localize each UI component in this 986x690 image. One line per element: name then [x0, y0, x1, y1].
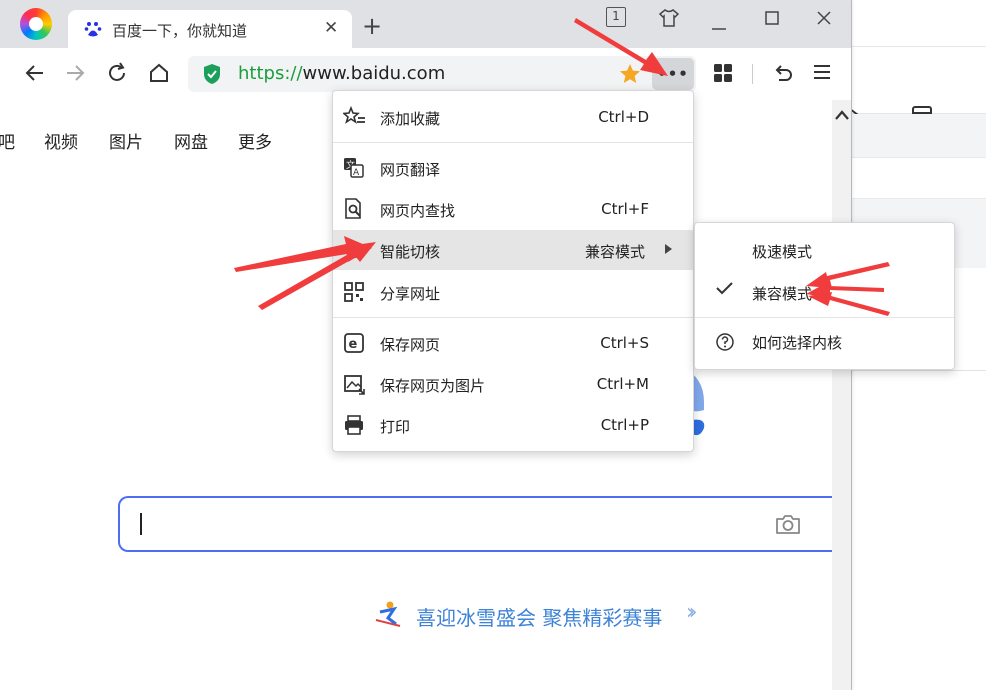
promo-text: 喜迎冰雪盛会 聚焦精彩赛事: [416, 606, 663, 630]
baidu-paw-icon: [84, 20, 102, 42]
text-caret: [140, 513, 142, 535]
menu-item-shortcut: Ctrl+F: [601, 200, 649, 218]
toolbar-divider: [752, 64, 753, 84]
menu-item-label: 分享网址: [380, 285, 441, 303]
menu-item-share-url[interactable]: 分享网址: [333, 272, 693, 312]
security-shield-icon: [202, 63, 222, 89]
page-scrollbar[interactable]: [832, 100, 851, 690]
browser-tab[interactable]: 百度一下，你就知道 ✕: [68, 10, 352, 48]
submenu-arrow-icon: [665, 244, 672, 254]
window-close-icon[interactable]: [817, 10, 831, 29]
menu-item-shortcut: Ctrl+S: [600, 334, 649, 352]
tab-count-button[interactable]: 1: [606, 7, 626, 27]
forward-arrow-icon[interactable]: [64, 62, 86, 88]
menu-item-shortcut: Ctrl+D: [598, 108, 649, 126]
menu-item-label: 保存网页为图片: [380, 377, 486, 395]
nav-link[interactable]: 吧: [0, 128, 15, 153]
address-bar[interactable]: https://www.baidu.com •••: [188, 56, 696, 92]
menu-item-add-bookmark[interactable]: 添加收藏 Ctrl+D: [333, 97, 693, 137]
scroll-up-icon[interactable]: [834, 106, 850, 125]
skier-icon: [372, 600, 404, 633]
submenu-item-label: 极速模式: [752, 243, 813, 261]
home-icon[interactable]: [148, 62, 170, 88]
nav-link-images[interactable]: 图片: [109, 128, 143, 153]
submenu-item-how-to-choose[interactable]: 如何选择内核: [695, 321, 954, 361]
tab-title: 百度一下，你就知道: [112, 22, 248, 40]
menu-item-label: 保存网页: [380, 336, 441, 354]
background-app-subbar: [850, 114, 986, 158]
reload-icon[interactable]: [106, 62, 128, 88]
print-icon: [343, 414, 365, 440]
menu-separator: [333, 142, 693, 143]
current-engine-mode: 兼容模式: [585, 243, 646, 261]
skin-shirt-icon[interactable]: [658, 8, 680, 32]
tab-close-icon[interactable]: ✕: [324, 18, 338, 38]
url-scheme: https://: [238, 63, 303, 84]
background-app-divider: [850, 370, 986, 371]
maximize-icon[interactable]: [765, 10, 779, 29]
search-input[interactable]: [118, 496, 832, 552]
menu-item-print[interactable]: 打印 Ctrl+P: [333, 405, 693, 445]
new-tab-button[interactable]: +: [362, 14, 382, 38]
browser-titlebar: 百度一下，你就知道 ✕ + 1: [0, 0, 851, 48]
nav-link-more[interactable]: 更多: [238, 128, 272, 153]
submenu-item-compat-mode[interactable]: 兼容模式: [695, 269, 954, 309]
submenu-item-label: 兼容模式: [752, 285, 813, 303]
browser-logo-icon: [20, 8, 52, 40]
menu-item-shortcut: Ctrl+M: [596, 375, 649, 393]
find-in-page-icon: [343, 198, 365, 224]
apps-grid-icon[interactable]: [712, 62, 734, 88]
checkmark-icon: [715, 280, 735, 300]
undo-icon[interactable]: [772, 62, 794, 88]
svg-text:A: A: [353, 168, 360, 178]
menu-item-label: 智能切核: [380, 243, 441, 261]
nav-link-netdisk[interactable]: 网盘: [174, 128, 208, 153]
save-image-icon: [343, 373, 365, 399]
bookmark-star-icon[interactable]: [618, 62, 642, 90]
nav-link-video[interactable]: 视频: [44, 128, 78, 153]
more-dots-icon: •••: [657, 65, 689, 83]
submenu-item-speed-mode[interactable]: 极速模式: [695, 227, 954, 267]
submenu-item-label: 如何选择内核: [752, 334, 843, 352]
menu-item-find-in-page[interactable]: 网页内查找 Ctrl+F: [333, 189, 693, 229]
url-text[interactable]: https://www.baidu.com: [238, 63, 445, 84]
menu-separator: [333, 317, 693, 318]
double-chevron-right-icon: ››: [686, 600, 697, 625]
menu-item-save-page[interactable]: e 保存网页 Ctrl+S: [333, 323, 693, 363]
help-circle-icon: [715, 332, 735, 356]
url-host: www.baidu.com: [302, 63, 446, 84]
menu-item-translate[interactable]: 文A 网页翻译: [333, 148, 693, 188]
menu-item-label: 网页内查找: [380, 202, 456, 220]
background-app-toolbar: 字段 表格: [846, 46, 986, 149]
camera-search-icon[interactable]: [774, 512, 802, 540]
translate-icon: 文A: [343, 157, 365, 183]
minimize-icon[interactable]: [711, 16, 727, 35]
svg-text:e: e: [349, 337, 358, 352]
star-list-icon: [342, 105, 367, 132]
menu-item-switch-engine[interactable]: 智能切核 兼容模式: [333, 230, 693, 270]
save-page-icon: e: [343, 332, 365, 358]
submenu-separator: [695, 317, 954, 318]
menu-item-label: 添加收藏: [380, 110, 441, 128]
menu-item-shortcut: Ctrl+P: [600, 416, 649, 434]
more-options-button[interactable]: •••: [652, 58, 694, 90]
hamburger-menu-icon[interactable]: [812, 62, 832, 86]
more-options-menu: 添加收藏 Ctrl+D 文A 网页翻译 网页内查找 Ctrl+F 智能切核 兼容…: [332, 90, 694, 452]
engine-switch-icon: [343, 239, 365, 265]
menu-item-save-as-image[interactable]: 保存网页为图片 Ctrl+M: [333, 364, 693, 404]
qr-share-icon: [343, 281, 365, 307]
back-arrow-icon[interactable]: [24, 62, 46, 88]
menu-item-label: 打印: [380, 418, 411, 436]
engine-mode-submenu: 极速模式 兼容模式 如何选择内核: [694, 222, 955, 370]
menu-item-label: 网页翻译: [380, 161, 441, 179]
